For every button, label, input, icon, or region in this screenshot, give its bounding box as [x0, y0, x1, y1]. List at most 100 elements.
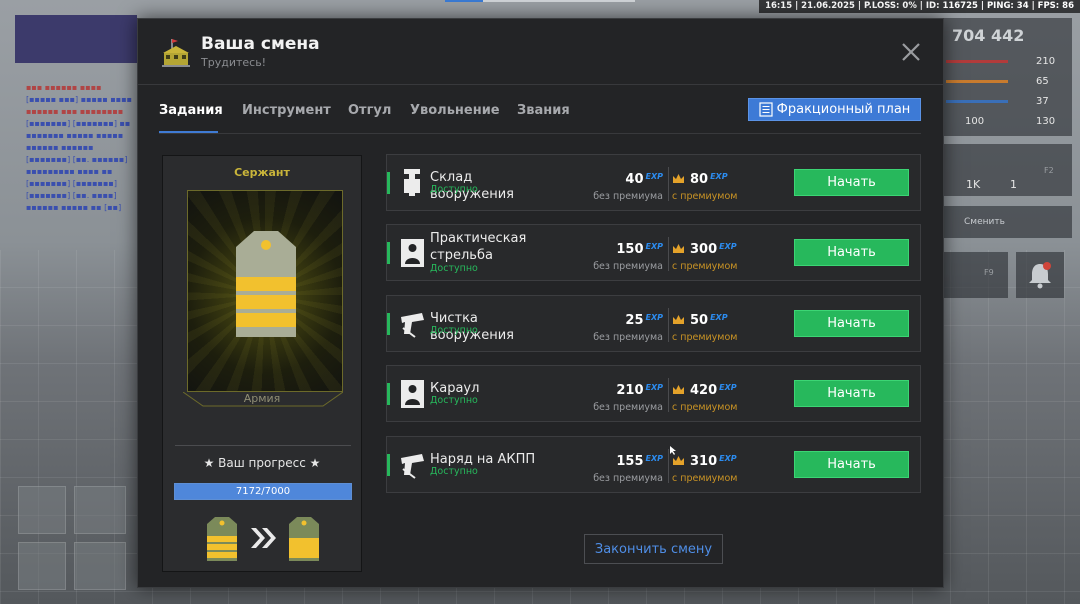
exp-label: EXP — [719, 454, 737, 463]
inventory-slot — [18, 486, 66, 534]
hud-value: 65 — [1036, 76, 1049, 87]
task-status: Доступно — [430, 263, 478, 274]
reward-separator — [668, 237, 669, 271]
reward-separator — [668, 308, 669, 342]
reward-base-value: 40 — [625, 172, 644, 187]
rank-name: Сержант — [234, 166, 290, 179]
reward-base-value: 210 — [616, 383, 644, 398]
shift-modal: Ваша смена Трудитесь! Задания Инструмент… — [137, 18, 944, 588]
hud-item-count: 1K — [966, 178, 981, 191]
reward-separator — [668, 167, 669, 201]
no-premium-label: без премиума — [593, 332, 663, 343]
inventory-slot — [74, 542, 126, 590]
tab-day-off[interactable]: Отгул — [348, 103, 391, 118]
reward-base-value: 150 — [616, 242, 644, 257]
task-status: Доступно — [430, 325, 478, 336]
exp-label: EXP — [710, 313, 728, 322]
reward-premium: 420 EXP с премиумом — [672, 379, 762, 413]
task-row: Практическая стрельба Доступно 150 EXP бе… — [386, 224, 921, 281]
change-label: Сменить — [964, 217, 1005, 227]
background-banner — [15, 15, 137, 63]
task-accent — [387, 172, 390, 194]
exp-label: EXP — [719, 242, 737, 251]
with-premium-label: с премиумом — [672, 191, 738, 202]
next-rank-icon — [289, 517, 319, 561]
faction-plan-label: Фракционный план — [776, 102, 911, 117]
rank-faction: Армия — [243, 392, 281, 405]
tab-dismissal[interactable]: Увольнение — [410, 103, 500, 118]
task-row: Караул Доступно 210 EXP без премиума 420 E… — [386, 365, 921, 422]
exp-label: EXP — [719, 383, 737, 392]
start-button[interactable]: Начать — [794, 451, 909, 478]
reward-premium: 310 EXP с премиумом — [672, 450, 762, 484]
thirst-bar — [946, 100, 1008, 103]
top-progress-strip — [445, 0, 635, 2]
shooting-target-icon — [401, 239, 424, 267]
reward-base: 155 EXP без премиума — [593, 450, 663, 484]
faction-plan-button[interactable]: Фракционный план — [748, 98, 921, 121]
modal-title: Ваша смена — [201, 34, 320, 54]
rank-card: Сержант Армия ★ Ваш прогресс ★ 7172/7000 — [162, 155, 362, 572]
task-row: Склад вооружения Доступно 40 EXP без прем… — [386, 154, 921, 211]
task-status: Доступно — [430, 466, 478, 477]
start-button[interactable]: Начать — [794, 239, 909, 266]
reward-premium: 50 EXP с премиумом — [672, 309, 762, 343]
reward-base-value: 155 — [616, 454, 644, 469]
reward-base: 210 EXP без премиума — [593, 379, 663, 413]
tab-tools[interactable]: Инструмент — [242, 103, 331, 118]
reward-premium-value: 300 — [690, 242, 718, 257]
hud-value: 37 — [1036, 96, 1049, 107]
double-chevron-icon — [251, 528, 276, 548]
start-button[interactable]: Начать — [794, 380, 909, 407]
with-premium-label: с премиумом — [672, 473, 738, 484]
stats-strip: 16:15 | 21.06.2025 | P.LOSS: 0% | ID: 11… — [759, 0, 1080, 13]
bell-icon — [1029, 262, 1051, 289]
with-premium-label: с премиумом — [672, 261, 738, 272]
hud-item-count: 1 — [1010, 178, 1017, 191]
rank-frame — [187, 190, 343, 392]
crown-icon — [673, 244, 684, 253]
task-name: Практическая стрельба — [430, 231, 527, 263]
tab-ranks[interactable]: Звания — [517, 103, 570, 118]
money-display: 704 442 — [952, 26, 1025, 45]
modal-header: Ваша смена Трудитесь! — [138, 19, 943, 85]
start-button[interactable]: Начать — [794, 310, 909, 337]
hud-hotkey: F9 — [984, 268, 994, 277]
task-status: Доступно — [430, 395, 478, 406]
sergeant-epaulette-icon — [236, 231, 296, 337]
military-base-icon — [160, 37, 192, 69]
reward-separator — [668, 449, 669, 483]
close-button[interactable] — [900, 41, 922, 63]
crown-icon — [673, 174, 684, 183]
task-accent — [387, 454, 390, 476]
notification-bell[interactable] — [1016, 252, 1064, 298]
progress-text: 7172/7000 — [235, 486, 291, 497]
health-bar — [946, 60, 1008, 63]
no-premium-label: без премиума — [593, 261, 663, 272]
reward-base: 25 EXP без премиума — [593, 309, 663, 343]
tab-tasks[interactable]: Задания — [159, 103, 223, 118]
reward-base: 40 EXP без премиума — [593, 168, 663, 202]
hunger-bar — [946, 80, 1008, 83]
inventory-slot — [74, 486, 126, 534]
tabs-divider — [159, 133, 921, 134]
mouse-cursor-icon — [670, 446, 676, 455]
rank-progress-bar: 7172/7000 — [174, 483, 352, 500]
modal-subtitle: Трудитесь! — [201, 56, 267, 69]
reward-premium-value: 420 — [690, 383, 718, 398]
task-accent — [387, 383, 390, 405]
document-icon — [759, 102, 773, 117]
crown-icon — [673, 385, 684, 394]
task-accent — [387, 313, 390, 335]
hud-value: 100 — [965, 116, 985, 127]
exp-label: EXP — [645, 313, 664, 322]
hud-slot — [944, 252, 1008, 298]
exp-label: EXP — [645, 242, 664, 251]
finish-shift-button[interactable]: Закончить смену — [584, 534, 723, 564]
task-row: Наряд на АКПП Доступно 155 EXP без премиу… — [386, 436, 921, 493]
start-button[interactable]: Начать — [794, 169, 909, 196]
reward-premium-value: 310 — [690, 454, 718, 469]
with-premium-label: с премиумом — [672, 332, 738, 343]
card-divider — [175, 445, 351, 446]
hud-value: 130 — [1036, 116, 1056, 127]
